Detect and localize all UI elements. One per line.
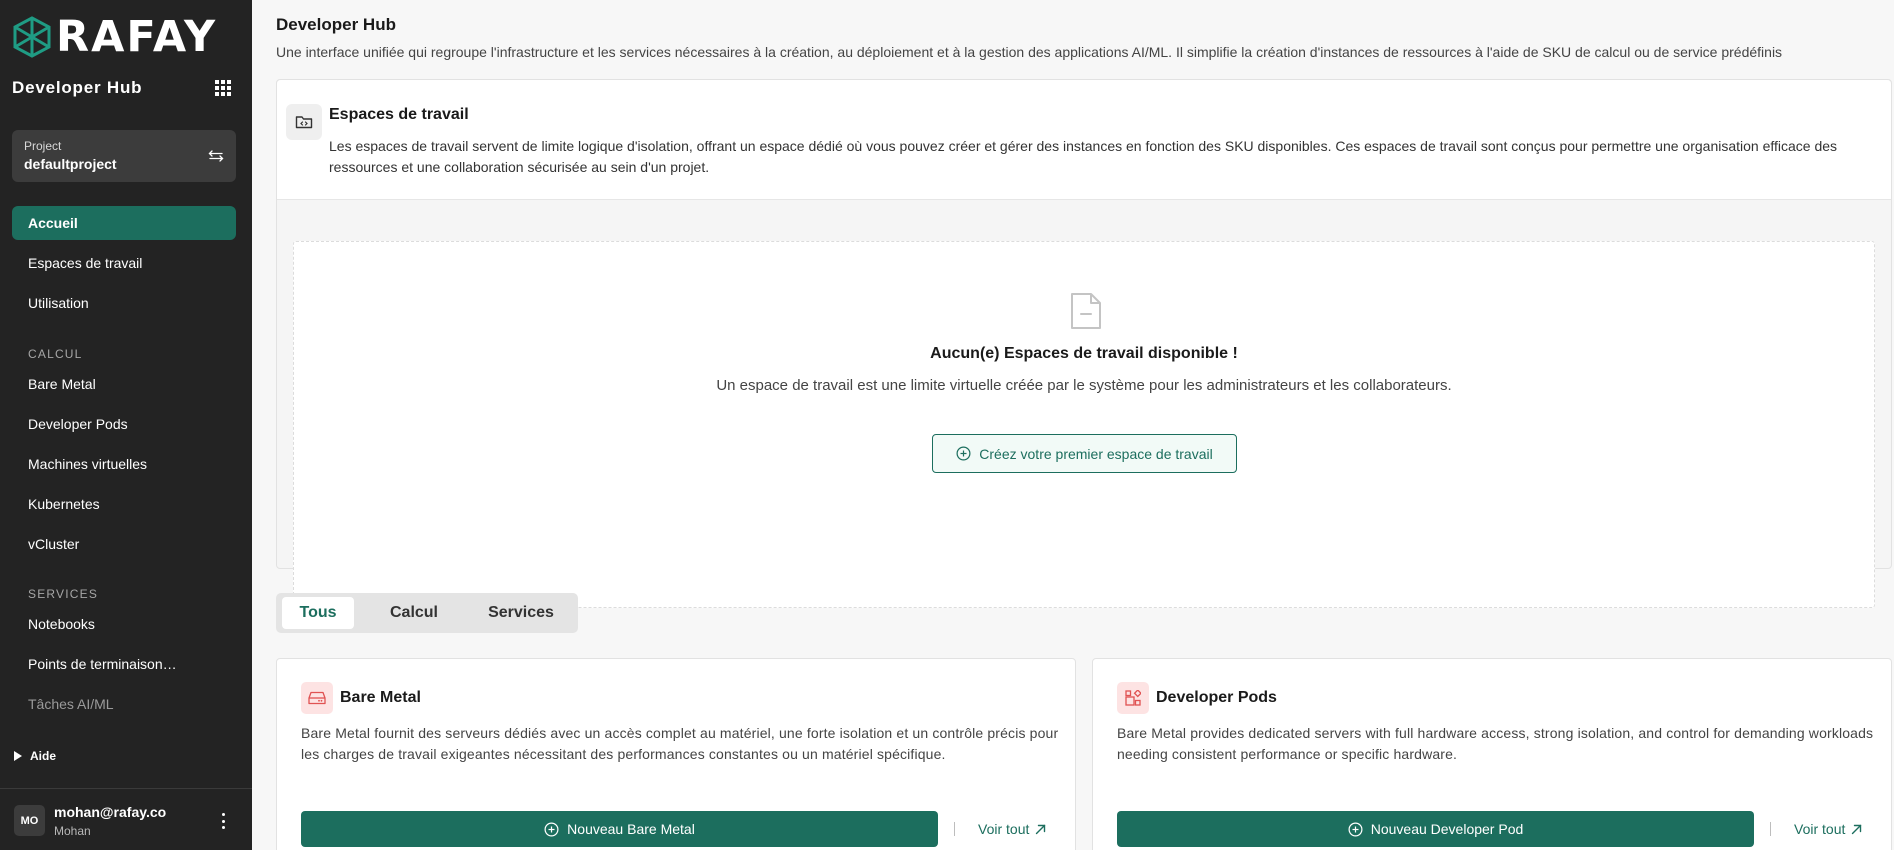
- view-all-label: Voir tout: [1794, 821, 1846, 837]
- tab-all[interactable]: Tous: [282, 597, 354, 629]
- external-arrow-icon: [1852, 824, 1862, 834]
- card-description: Bare Metal provides dedicated servers wi…: [1117, 725, 1874, 762]
- view-all-bare-metal-link[interactable]: Voir tout: [978, 821, 1046, 837]
- section-label-compute: CALCUL: [28, 347, 83, 361]
- card-title: Bare Metal: [340, 689, 421, 706]
- kebab-menu-icon[interactable]: [220, 813, 226, 829]
- bare-metal-card: Bare Metal Bare Metal fournit des serveu…: [276, 658, 1076, 850]
- server-icon: [301, 682, 333, 714]
- card-description: Bare Metal fournit des serveurs dédiés a…: [301, 725, 1059, 762]
- view-all-label: Voir tout: [978, 821, 1030, 837]
- developer-pods-card: Developer Pods Bare Metal provides dedic…: [1092, 658, 1892, 850]
- create-workspace-button[interactable]: Créez votre premier espace de travail: [932, 434, 1237, 473]
- plus-circle-icon: [1348, 822, 1363, 836]
- swap-icon: [208, 150, 224, 162]
- section-label-services: SERVICES: [28, 587, 99, 601]
- hub-title: Developer Hub: [12, 78, 143, 97]
- avatar[interactable]: MO: [14, 805, 45, 836]
- page-title: Developer Hub: [276, 15, 396, 34]
- user-email: mohan@rafay.co: [54, 804, 167, 820]
- help-label: Aide: [30, 749, 57, 763]
- new-bare-metal-label: Nouveau Bare Metal: [567, 821, 695, 837]
- sidebar-item-notebooks[interactable]: Notebooks: [12, 607, 236, 641]
- apps-grid-icon[interactable]: [215, 80, 231, 96]
- rafay-logo[interactable]: RAFAY: [12, 14, 217, 60]
- sidebar-item-usage[interactable]: Utilisation: [12, 286, 236, 320]
- plus-circle-icon: [956, 446, 971, 461]
- sidebar-item-aiml-jobs[interactable]: Tâches AI/ML: [12, 687, 236, 721]
- empty-state: Aucun(e) Espaces de travail disponible !…: [293, 241, 1875, 608]
- tab-compute[interactable]: Calcul: [372, 597, 456, 629]
- create-workspace-label: Créez votre premier espace de travail: [979, 445, 1213, 462]
- empty-state-description: Un espace de travail est une limite virt…: [716, 377, 1452, 394]
- new-developer-pod-label: Nouveau Developer Pod: [1370, 821, 1524, 837]
- pods-icon: [1117, 682, 1149, 714]
- filter-tabs: Tous Calcul Services: [276, 593, 578, 633]
- sidebar-item-endpoints[interactable]: Points de terminaison…: [12, 647, 236, 681]
- sidebar-item-developer-pods[interactable]: Developer Pods: [12, 407, 236, 441]
- external-arrow-icon: [1036, 824, 1046, 834]
- card-title: Developer Pods: [1156, 689, 1277, 706]
- workspaces-description: Les espaces de travail servent de limite…: [329, 138, 1838, 175]
- project-value: defaultproject: [24, 156, 117, 172]
- plus-circle-icon: [544, 822, 559, 836]
- caret-right-icon: [14, 751, 22, 761]
- sidebar: RAFAY Developer Hub Project defaultproje…: [0, 0, 252, 850]
- help-toggle[interactable]: Aide: [14, 749, 56, 763]
- rafay-logo-icon: [13, 16, 51, 58]
- workspaces-title: Espaces de travail: [329, 106, 469, 123]
- sidebar-item-kubernetes[interactable]: Kubernetes: [12, 487, 236, 521]
- sidebar-divider: [0, 788, 252, 789]
- sidebar-item-home[interactable]: Accueil: [12, 206, 236, 240]
- new-bare-metal-button[interactable]: Nouveau Bare Metal: [301, 811, 938, 847]
- workspaces-header: Espaces de travail Les espaces de travai…: [277, 80, 1891, 200]
- sidebar-item-vcluster[interactable]: vCluster: [12, 527, 236, 561]
- workspaces-panel: Espaces de travail Les espaces de travai…: [276, 79, 1892, 608]
- logo-text: RAFAY: [56, 11, 218, 62]
- card-divider: [954, 822, 955, 836]
- project-selector[interactable]: Project defaultproject: [12, 130, 236, 182]
- card-divider: [1770, 822, 1771, 836]
- document-icon: [1071, 293, 1101, 329]
- sidebar-item-workspaces[interactable]: Espaces de travail: [12, 246, 236, 280]
- folder-code-icon: [286, 104, 322, 140]
- new-developer-pod-button[interactable]: Nouveau Developer Pod: [1117, 811, 1754, 847]
- sidebar-item-virtual-machines[interactable]: Machines virtuelles: [12, 447, 236, 481]
- project-label: Project: [24, 139, 62, 153]
- sidebar-item-bare-metal[interactable]: Bare Metal: [12, 367, 236, 401]
- page-description: Une interface unifiée qui regroupe l'inf…: [276, 44, 1783, 60]
- main-content: Developer Hub Une interface unifiée qui …: [252, 0, 1894, 850]
- user-name: Mohan: [54, 824, 91, 838]
- empty-state-title: Aucun(e) Espaces de travail disponible !: [930, 345, 1238, 362]
- tab-services[interactable]: Services: [475, 597, 567, 629]
- view-all-developer-pods-link[interactable]: Voir tout: [1794, 821, 1862, 837]
